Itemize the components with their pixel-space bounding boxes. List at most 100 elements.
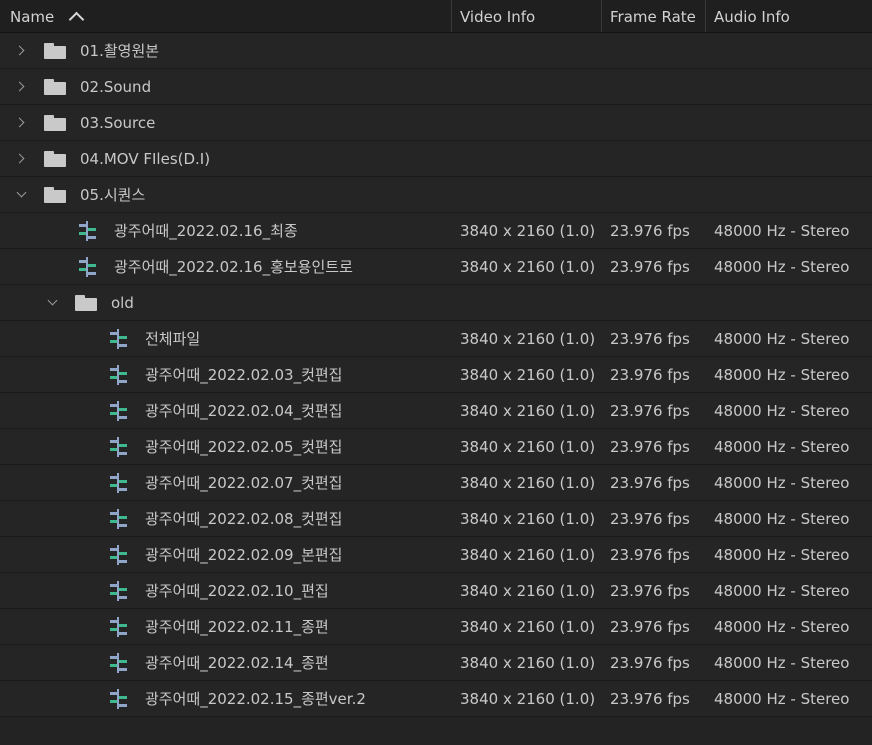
folder-row[interactable]: 03.Source (0, 105, 872, 141)
audio-info-cell: 48000 Hz - Stereo (714, 654, 850, 672)
audio-info-cell: 48000 Hz - Stereo (714, 402, 850, 420)
sequence-icon (110, 508, 127, 529)
folder-row[interactable]: 01.촬영원본 (0, 33, 872, 69)
folder-icon (44, 78, 66, 95)
frame-rate-cell: 23.976 fps (610, 438, 690, 456)
video-info-cell: 3840 x 2160 (1.0) (460, 690, 596, 708)
frame-rate-cell: 23.976 fps (610, 402, 690, 420)
sequence-name: 광주어때_2022.02.04_컷편집 (145, 401, 343, 420)
sequence-icon (110, 580, 127, 601)
frame-rate-cell: 23.976 fps (610, 582, 690, 600)
sequence-name: 광주어때_2022.02.10_편집 (145, 581, 329, 600)
column-header-name[interactable]: Name (0, 0, 451, 32)
name-cell: 02.Sound (14, 69, 151, 104)
audio-info-cell: 48000 Hz - Stereo (714, 438, 850, 456)
folder-icon (44, 114, 66, 131)
name-cell: 04.MOV FIles(D.I) (14, 141, 210, 176)
sequence-name: 광주어때_2022.02.05_컷편집 (145, 437, 343, 456)
chevron-right-icon[interactable] (14, 44, 28, 58)
sequence-icon (110, 436, 127, 457)
sequence-name: 광주어때_2022.02.16_최종 (114, 221, 298, 240)
chevron-right-icon[interactable] (14, 80, 28, 94)
video-info-cell: 3840 x 2160 (1.0) (460, 222, 596, 240)
name-cell: 광주어때_2022.02.16_최종 (76, 213, 298, 248)
video-info-cell: 3840 x 2160 (1.0) (460, 330, 596, 348)
sequence-name: 광주어때_2022.02.08_컷편집 (145, 509, 343, 528)
folder-row[interactable]: 02.Sound (0, 69, 872, 105)
sequence-icon (79, 256, 96, 277)
video-info-cell: 3840 x 2160 (1.0) (460, 402, 596, 420)
name-cell: 05.시퀀스 (14, 177, 145, 212)
sequence-icon (110, 544, 127, 565)
folder-name: 05.시퀀스 (80, 185, 146, 204)
name-cell: 광주어때_2022.02.14_종편 (107, 645, 329, 680)
sequence-row[interactable]: 광주어때_2022.02.15_종편ver.2 3840 x 2160 (1.0)… (0, 681, 872, 717)
sequence-row[interactable]: 광주어때_2022.02.10_편집 3840 x 2160 (1.0) 23.97… (0, 573, 872, 609)
sequence-row[interactable]: 전체파일 3840 x 2160 (1.0) 23.976 fps 48000 Hz … (0, 321, 872, 357)
sequence-icon (110, 364, 127, 385)
sequence-icon (110, 400, 127, 421)
frame-rate-cell: 23.976 fps (610, 690, 690, 708)
folder-row[interactable]: 04.MOV FIles(D.I) (0, 141, 872, 177)
sequence-row[interactable]: 광주어때_2022.02.04_컷편집 3840 x 2160 (1.0) 23.9… (0, 393, 872, 429)
video-info-cell: 3840 x 2160 (1.0) (460, 654, 596, 672)
audio-info-cell: 48000 Hz - Stereo (714, 510, 850, 528)
sequence-row[interactable]: 광주어때_2022.02.16_최종 3840 x 2160 (1.0) 23.97… (0, 213, 872, 249)
video-info-cell: 3840 x 2160 (1.0) (460, 510, 596, 528)
folder-name: 04.MOV FIles(D.I) (80, 149, 211, 168)
chevron-down-icon[interactable] (45, 295, 59, 310)
frame-rate-cell: 23.976 fps (610, 618, 690, 636)
name-cell: 광주어때_2022.02.15_종편ver.2 (107, 681, 366, 716)
sequence-row[interactable]: 광주어때_2022.02.14_종편 3840 x 2160 (1.0) 23.97… (0, 645, 872, 681)
column-header-bar: Name Video Info Frame Rate Audio Info (0, 0, 872, 33)
audio-info-cell: 48000 Hz - Stereo (714, 546, 850, 564)
frame-rate-cell: 23.976 fps (610, 222, 690, 240)
folder-name: 03.Source (80, 113, 156, 132)
audio-info-cell: 48000 Hz - Stereo (714, 258, 850, 276)
frame-rate-cell: 23.976 fps (610, 258, 690, 276)
chevron-right-icon[interactable] (14, 116, 28, 130)
sequence-icon (110, 652, 127, 673)
video-info-cell: 3840 x 2160 (1.0) (460, 474, 596, 492)
folder-row[interactable]: 05.시퀀스 (0, 177, 872, 213)
sequence-name: 광주어때_2022.02.16_홍보용인트로 (114, 257, 353, 276)
sequence-icon (110, 688, 127, 709)
name-cell: 01.촬영원본 (14, 33, 159, 68)
column-header-audio-info[interactable]: Audio Info (705, 0, 872, 32)
name-cell: 광주어때_2022.02.05_컷편집 (107, 429, 343, 464)
chevron-right-icon[interactable] (14, 152, 28, 166)
sequence-row[interactable]: 광주어때_2022.02.08_컷편집 3840 x 2160 (1.0) 23.9… (0, 501, 872, 537)
column-header-frame-rate[interactable]: Frame Rate (601, 0, 705, 32)
frame-rate-cell: 23.976 fps (610, 510, 690, 528)
folder-row[interactable]: old (0, 285, 872, 321)
sequence-name: 광주어때_2022.02.03_컷편집 (145, 365, 343, 384)
sort-ascending-icon[interactable] (68, 11, 85, 28)
sequence-name: 광주어때_2022.02.14_종편 (145, 653, 329, 672)
video-info-cell: 3840 x 2160 (1.0) (460, 438, 596, 456)
frame-rate-cell: 23.976 fps (610, 366, 690, 384)
sequence-icon (79, 220, 96, 241)
sequence-row[interactable]: 광주어때_2022.02.07_컷편집 3840 x 2160 (1.0) 23.9… (0, 465, 872, 501)
chevron-down-icon[interactable] (14, 187, 28, 202)
sequence-name: 광주어때_2022.02.07_컷편집 (145, 473, 343, 492)
audio-info-cell: 48000 Hz - Stereo (714, 690, 850, 708)
column-header-video-info[interactable]: Video Info (451, 0, 601, 32)
sequence-row[interactable]: 광주어때_2022.02.03_컷편집 3840 x 2160 (1.0) 23.9… (0, 357, 872, 393)
audio-info-cell: 48000 Hz - Stereo (714, 582, 850, 600)
folder-name: 02.Sound (80, 77, 152, 96)
name-cell: 광주어때_2022.02.10_편집 (107, 573, 329, 608)
audio-info-cell: 48000 Hz - Stereo (714, 618, 850, 636)
sequence-row[interactable]: 광주어때_2022.02.09_본편집 3840 x 2160 (1.0) 23.9… (0, 537, 872, 573)
video-info-cell: 3840 x 2160 (1.0) (460, 582, 596, 600)
frame-rate-cell: 23.976 fps (610, 654, 690, 672)
video-info-cell: 3840 x 2160 (1.0) (460, 258, 596, 276)
name-cell: 광주어때_2022.02.04_컷편집 (107, 393, 343, 428)
name-cell: 광주어때_2022.02.11_종편 (107, 609, 329, 644)
sequence-row[interactable]: 광주어때_2022.02.11_종편 3840 x 2160 (1.0) 23.97… (0, 609, 872, 645)
sequence-row[interactable]: 광주어때_2022.02.05_컷편집 3840 x 2160 (1.0) 23.9… (0, 429, 872, 465)
folder-icon (75, 294, 97, 311)
name-cell: 광주어때_2022.02.07_컷편집 (107, 465, 343, 500)
sequence-row[interactable]: 광주어때_2022.02.16_홍보용인트로 3840 x 2160 (1.0) 2… (0, 249, 872, 285)
frame-rate-cell: 23.976 fps (610, 474, 690, 492)
name-cell: old (45, 285, 134, 320)
